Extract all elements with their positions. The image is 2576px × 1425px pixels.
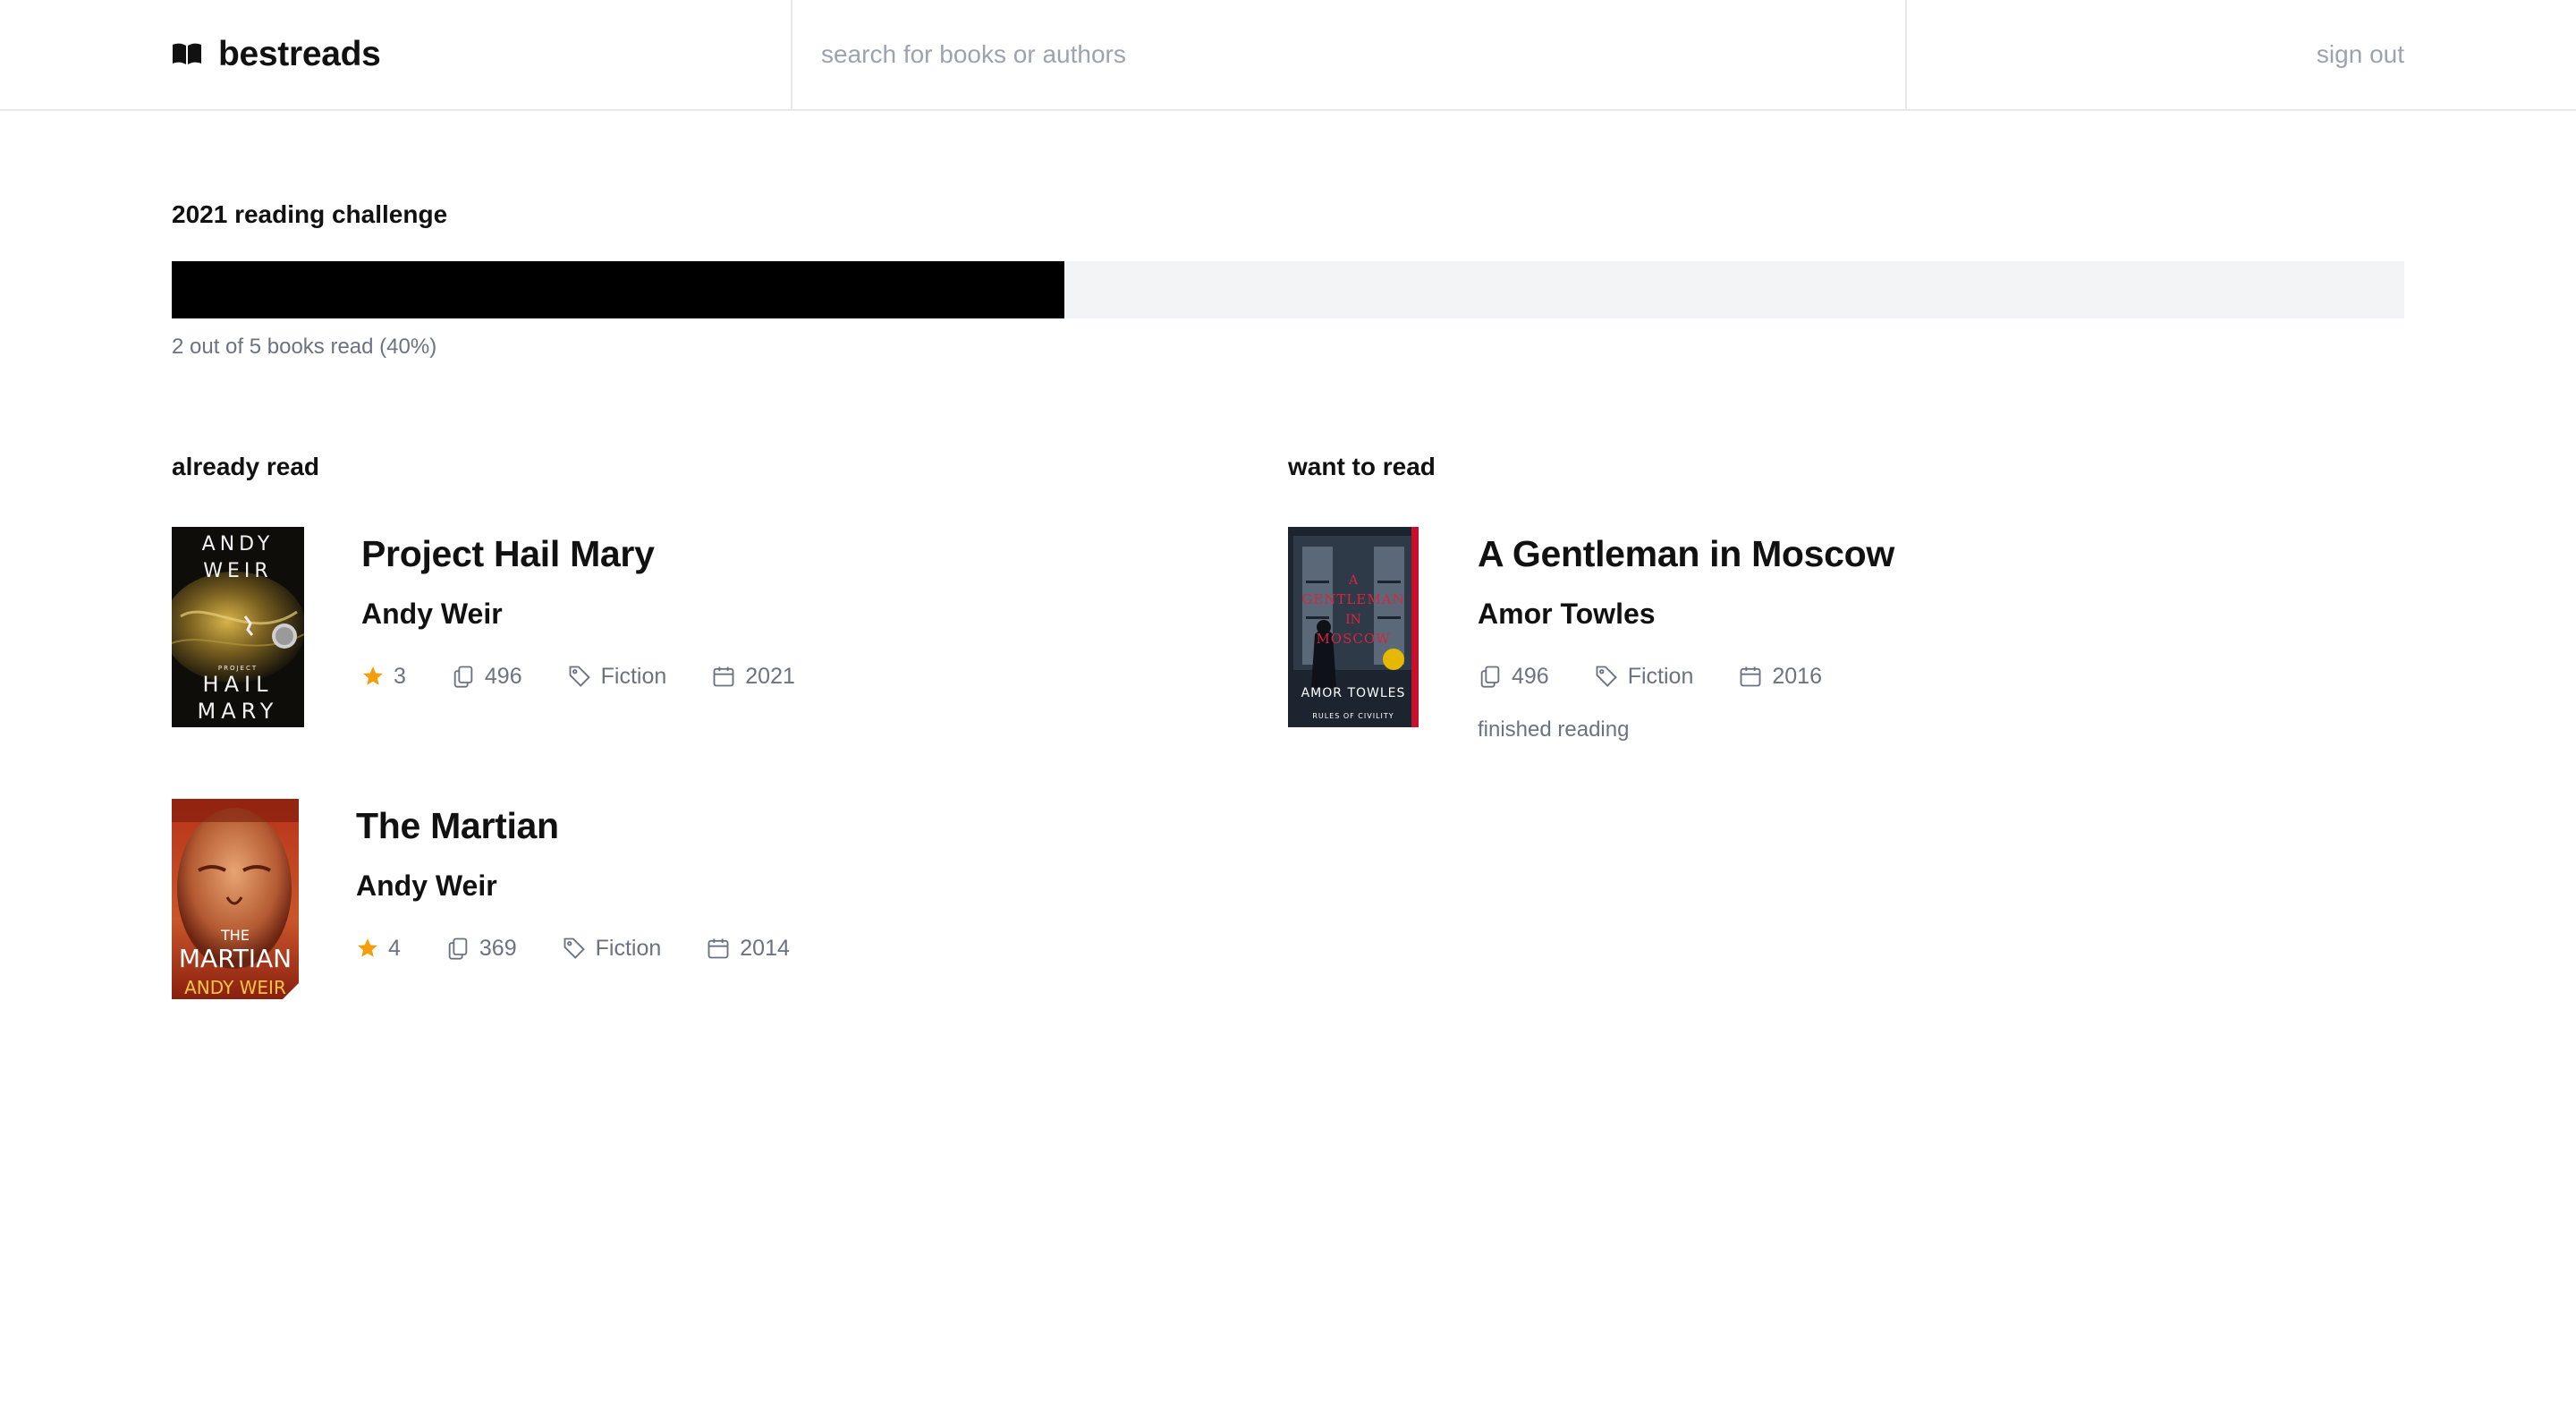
cover-text: AMOR TOWLES	[1301, 686, 1406, 700]
star-icon	[361, 665, 385, 688]
tag-icon	[1594, 664, 1619, 689]
app-name: bestreads	[218, 35, 381, 73]
book-info: The Martian Andy Weir 4 369 Fiction 2014	[356, 799, 835, 999]
cover-text: RULES OF CIVILITY	[1312, 712, 1394, 720]
book-cover[interactable]: ANDY WEIR PROJECT HAIL MARY	[172, 527, 304, 727]
book-title[interactable]: The Martian	[356, 808, 835, 844]
cover-text: GENTLEMAN	[1301, 591, 1404, 607]
year-value: 2014	[740, 935, 790, 961]
rating: 4	[356, 936, 401, 962]
cover-text: MARTIAN	[179, 944, 292, 973]
cover-text: WEIR	[203, 560, 272, 582]
book-card[interactable]: ANDY WEIR PROJECT HAIL MARY Project Hail…	[172, 527, 840, 727]
cover-text: ANDY WEIR	[184, 977, 286, 998]
challenge-title: 2021 reading challenge	[172, 200, 448, 228]
book-meta: 4 369 Fiction 2014	[356, 934, 835, 963]
tag-icon	[567, 664, 592, 689]
cover-text: A	[1348, 573, 1359, 588]
book-card[interactable]: A GENTLEMAN IN MOSCOW AMOR TOWLES RULES …	[1288, 527, 1894, 742]
genre-value: Fiction	[600, 663, 667, 689]
pages-value: 496	[484, 663, 522, 689]
book-info: Project Hail Mary Andy Weir 3 496 Fictio…	[361, 527, 840, 727]
app-header: bestreads sign out	[0, 0, 2576, 111]
pages-icon	[451, 664, 476, 689]
calendar-icon	[706, 936, 731, 961]
rating-value: 4	[388, 935, 401, 961]
rating: 3	[361, 664, 406, 690]
pages: 496	[451, 664, 522, 690]
book-meta: 3 496 Fiction 2021	[361, 662, 840, 691]
book-author: Andy Weir	[356, 869, 497, 902]
year: 2021	[711, 664, 795, 690]
book-author: Andy Weir	[361, 598, 503, 630]
book-cover[interactable]: A GENTLEMAN IN MOSCOW AMOR TOWLES RULES …	[1288, 527, 1419, 727]
pages: 369	[445, 936, 517, 962]
pages-value: 369	[479, 935, 517, 961]
cover-text: MOSCOW	[1316, 631, 1390, 647]
pages-value: 496	[1512, 663, 1549, 689]
book-title[interactable]: A Gentleman in Moscow	[1478, 536, 1894, 573]
open-book-icon	[172, 42, 202, 67]
pages: 496	[1478, 664, 1549, 690]
cover-text: HAIL	[203, 672, 274, 697]
year-value: 2021	[745, 663, 795, 689]
star-icon	[356, 937, 379, 960]
genre-value: Fiction	[595, 935, 662, 961]
genre: Fiction	[567, 663, 667, 690]
book-meta: 496 Fiction 2016	[1478, 662, 1894, 691]
calendar-icon	[711, 664, 736, 689]
cover-text: THE	[220, 927, 250, 944]
cover-text: IN	[1345, 613, 1361, 627]
challenge-progress-text: 2 out of 5 books read (40%)	[172, 335, 437, 359]
genre: Fiction	[1594, 663, 1694, 690]
search-input[interactable]	[792, 0, 1905, 109]
cover-text: MARY	[198, 699, 279, 724]
search-box	[791, 0, 1907, 109]
book-title[interactable]: Project Hail Mary	[361, 536, 840, 573]
calendar-icon	[1738, 664, 1763, 689]
book-card[interactable]: THE MARTIAN ANDY WEIR The Martian Andy W…	[172, 799, 835, 999]
already-read-heading: already read	[172, 453, 319, 480]
year: 2016	[1738, 664, 1822, 690]
year-value: 2016	[1772, 663, 1822, 689]
challenge-progress-fill	[172, 261, 1065, 318]
sign-out-link[interactable]: sign out	[2317, 0, 2404, 109]
tag-icon	[562, 936, 587, 961]
challenge-progress-bar	[172, 261, 2404, 318]
logo[interactable]: bestreads	[172, 0, 381, 109]
want-to-read-heading: want to read	[1288, 453, 1436, 480]
pages-icon	[445, 936, 470, 961]
genre: Fiction	[562, 935, 662, 962]
book-cover[interactable]: THE MARTIAN ANDY WEIR	[172, 799, 299, 999]
cover-text: PROJECT	[218, 665, 258, 672]
finished-reading-button[interactable]: finished reading	[1478, 717, 1894, 742]
book-author: Amor Towles	[1478, 598, 1656, 630]
book-info: A Gentleman in Moscow Amor Towles 496 Fi…	[1478, 527, 1894, 742]
year: 2014	[706, 936, 790, 962]
rating-value: 3	[394, 663, 406, 689]
cover-text: ANDY	[202, 533, 275, 556]
genre-value: Fiction	[1627, 663, 1694, 689]
pages-icon	[1478, 664, 1503, 689]
